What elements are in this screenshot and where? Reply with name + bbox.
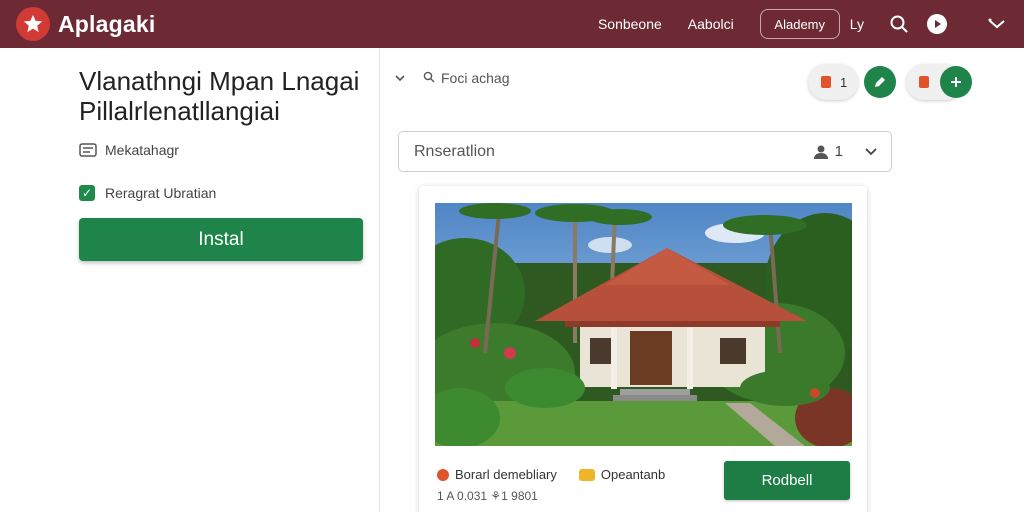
count-chip-value: 1 bbox=[840, 74, 848, 90]
nav-pill-button[interactable]: Alademy bbox=[759, 9, 840, 39]
nav-link-2[interactable]: Aabolci bbox=[688, 16, 734, 32]
listing-panel: Vlanathngi Mpan Lnagai Pillalrlenatllang… bbox=[0, 48, 380, 512]
listing-photo[interactable] bbox=[435, 203, 852, 446]
check-icon[interactable]: ✓ bbox=[79, 185, 95, 201]
feature-2-label: Opeantanb bbox=[600, 467, 666, 482]
app-name: Aplagaki bbox=[58, 10, 156, 37]
breadcrumb-label: Foci achag bbox=[441, 70, 510, 86]
install-button[interactable]: Instal bbox=[79, 218, 363, 261]
breadcrumb[interactable]: Foci achag bbox=[395, 70, 509, 86]
main-nav: Sonbeone Aabolci Alademy Ly bbox=[598, 9, 1024, 39]
card-features: Borarl demebliary Opeantanb bbox=[437, 467, 665, 482]
brand[interactable]: Aplagaki bbox=[16, 7, 155, 41]
reservation-select[interactable]: Rnseratlion 1 bbox=[398, 131, 892, 172]
book-button[interactable]: Rodbell bbox=[724, 461, 850, 500]
search-small-icon bbox=[423, 70, 435, 86]
edit-icon[interactable] bbox=[864, 66, 896, 98]
feature-icon bbox=[437, 468, 449, 481]
feature-1-label: Borarl demebliary bbox=[455, 467, 557, 482]
people-icon bbox=[813, 145, 828, 159]
star-logo-icon bbox=[16, 7, 50, 41]
guest-count-value: 1 bbox=[834, 143, 843, 160]
plus-icon[interactable] bbox=[940, 66, 972, 98]
listing-meta: Mekatahagr bbox=[79, 142, 179, 158]
listing-check-label: Reragrat Ubratian bbox=[105, 185, 217, 201]
search-icon[interactable] bbox=[888, 13, 910, 35]
card-subtext: 1 A 0.031 ⚘1 9801 bbox=[437, 489, 538, 503]
feature-icon-2 bbox=[578, 468, 595, 481]
chevron-down-icon[interactable] bbox=[395, 71, 405, 85]
listing-card[interactable]: Borarl demebliary Opeantanb 1 A 0.031 ⚘1… bbox=[419, 186, 867, 512]
nav-link-1[interactable]: Sonbeone bbox=[598, 16, 662, 32]
top-bar: Aplagaki Sonbeone Aabolci Alademy Ly bbox=[0, 0, 1024, 48]
list-icon bbox=[79, 143, 97, 157]
play-icon[interactable] bbox=[926, 13, 948, 35]
reservation-select-value: Rnseratlion bbox=[414, 142, 495, 160]
listing-meta-label: Mekatahagr bbox=[105, 142, 179, 158]
share-icon[interactable] bbox=[986, 13, 1008, 35]
listing-check-row[interactable]: ✓ Reragrat Ubratian bbox=[79, 185, 216, 201]
house-photo-image bbox=[435, 203, 852, 446]
listing-title: Vlanathngi Mpan Lnagai Pillalrlenatllang… bbox=[79, 66, 360, 126]
bookmark-icon bbox=[821, 76, 831, 88]
count-chip[interactable]: 1 bbox=[808, 64, 858, 100]
chevron-down-icon[interactable] bbox=[865, 147, 877, 156]
guest-count: 1 bbox=[813, 143, 843, 160]
bookmark-icon-2 bbox=[919, 76, 929, 88]
nav-link-short[interactable]: Ly bbox=[850, 16, 864, 32]
